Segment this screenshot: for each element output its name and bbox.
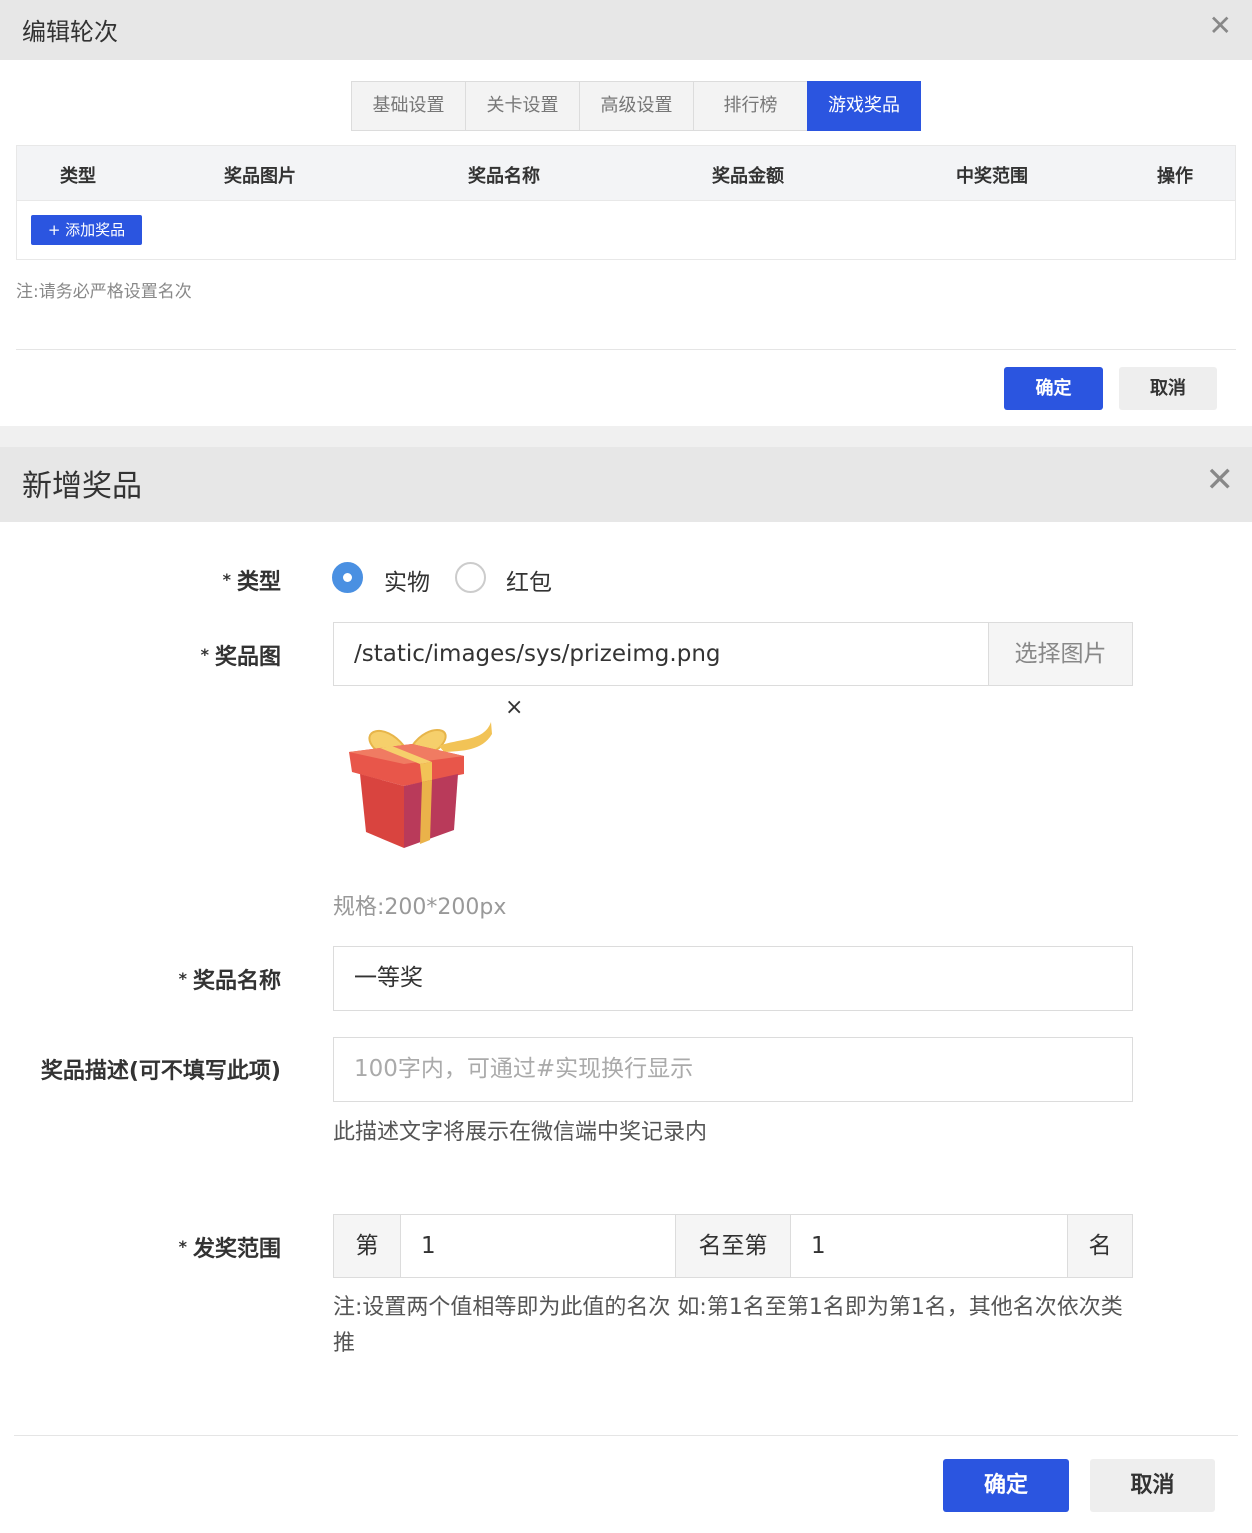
tab-advanced-settings[interactable]: 高级设置 (579, 81, 693, 131)
range-suffix: 名 (1068, 1215, 1132, 1277)
divider (16, 349, 1236, 350)
prize-table: 类型 奖品图片 奖品名称 奖品金额 中奖范围 操作 + 添加奖品 (16, 145, 1236, 260)
radio-red-packet-label: 红包 (506, 570, 552, 596)
add-prize-button[interactable]: + 添加奖品 (31, 215, 142, 245)
column-header-type: 类型 (60, 166, 96, 187)
dialog-title: 编辑轮次 (22, 18, 118, 46)
table-header-row: 类型 奖品图片 奖品名称 奖品金额 中奖范围 操作 (17, 146, 1235, 201)
tab-level-settings[interactable]: 关卡设置 (465, 81, 579, 131)
ranking-note: 注:请务必严格设置名次 (16, 282, 192, 302)
award-range-label: * 发奖范围 (178, 1237, 281, 1262)
prize-desc-input[interactable]: 100字内，可通过#实现换行显示 (333, 1037, 1133, 1102)
choose-image-button[interactable]: 选择图片 (988, 622, 1133, 686)
ribbon-front-strap (420, 762, 432, 782)
tab-game-prizes[interactable]: 游戏奖品 (807, 81, 921, 131)
radio-physical[interactable] (332, 562, 363, 593)
range-to-input[interactable]: 1 (790, 1215, 1068, 1277)
type-label: * 类型 (222, 570, 281, 595)
edit-round-dialog-header: 编辑轮次 ✕ (0, 0, 1252, 60)
radio-red-packet[interactable] (455, 562, 486, 593)
tab-basic-settings[interactable]: 基础设置 (351, 81, 465, 131)
confirm-button[interactable]: 确定 (1004, 367, 1103, 410)
cancel-button[interactable]: 取消 (1090, 1459, 1215, 1512)
prize-desc-label: 奖品描述(可不填写此项) (40, 1059, 281, 1084)
ribbon-tail (439, 722, 492, 752)
radio-physical-label: 实物 (384, 570, 430, 596)
image-label: * 奖品图 (200, 645, 281, 670)
range-prefix: 第 (334, 1215, 400, 1277)
cancel-button[interactable]: 取消 (1119, 367, 1217, 410)
range-middle: 名至第 (676, 1215, 790, 1277)
award-range-note: 注:设置两个值相等即为此值的名次 如:第1名至第1名即为第1名，其他名次依次类推 (333, 1295, 1123, 1356)
tab-bar: 基础设置 关卡设置 高级设置 排行榜 游戏奖品 (351, 81, 921, 131)
column-header-name: 奖品名称 (468, 166, 540, 187)
divider (14, 1435, 1238, 1436)
add-prize-dialog-header: 新增奖品 ✕ (0, 447, 1252, 522)
column-header-image: 奖品图片 (224, 166, 296, 187)
column-header-range: 中奖范围 (956, 166, 1028, 187)
range-from-input[interactable]: 1 (400, 1215, 676, 1277)
prize-desc-help: 此描述文字将展示在微信端中奖记录内 (333, 1120, 708, 1145)
panel-separator (0, 426, 1252, 447)
image-path-input[interactable]: /static/images/sys/prizeimg.png (333, 622, 989, 686)
close-icon[interactable]: ✕ (1206, 463, 1235, 497)
prize-name-input[interactable]: 一等奖 (333, 946, 1133, 1011)
column-header-amount: 奖品金额 (712, 166, 784, 187)
column-header-actions: 操作 (1157, 166, 1193, 187)
gift-box-image (349, 722, 492, 848)
close-icon[interactable]: ✕ (1209, 12, 1232, 40)
award-range-group: 第 1 名至第 1 名 (333, 1214, 1133, 1278)
dialog-title: 新增奖品 (22, 469, 142, 504)
image-spec-hint: 规格:200*200px (333, 895, 507, 920)
tab-leaderboard[interactable]: 排行榜 (693, 81, 807, 131)
prize-name-label: * 奖品名称 (178, 969, 281, 994)
confirm-button[interactable]: 确定 (943, 1459, 1069, 1512)
remove-image-icon[interactable]: × (505, 695, 523, 720)
gift-box-left (360, 774, 404, 848)
